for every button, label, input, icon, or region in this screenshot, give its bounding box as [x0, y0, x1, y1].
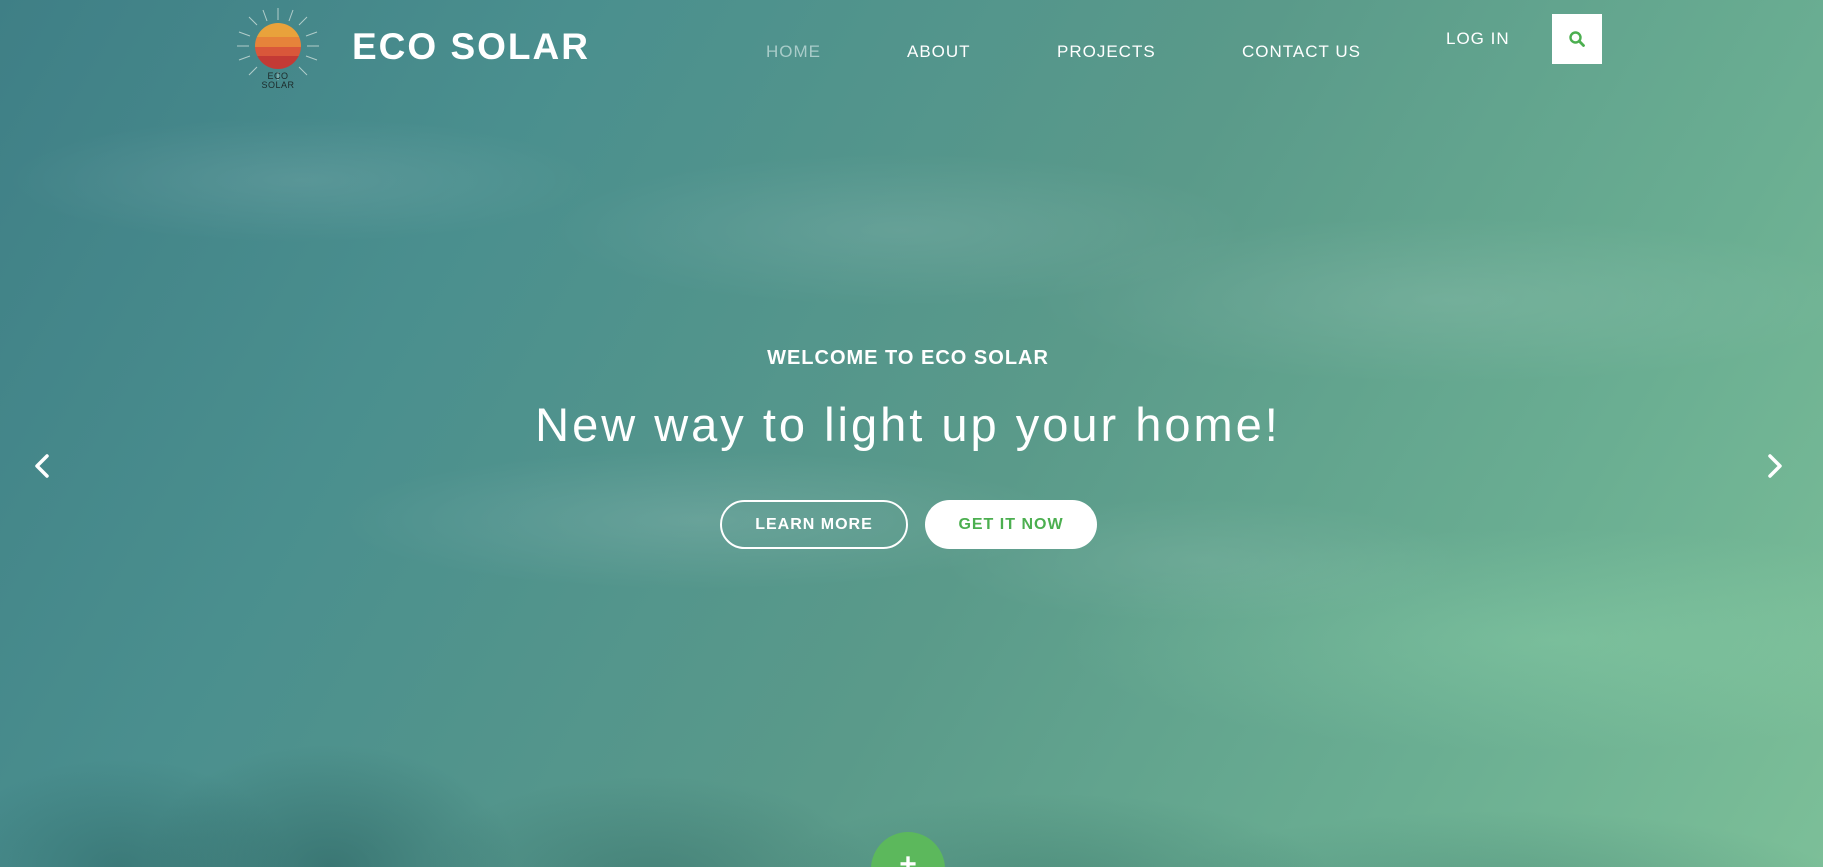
nav-item-projects[interactable]: PROJECTS — [1057, 42, 1156, 62]
nav-item-contact-us[interactable]: CONTACT US — [1242, 42, 1361, 62]
carousel-next-button[interactable] — [1757, 448, 1793, 484]
nav-item-home[interactable]: HOME — [766, 42, 821, 62]
chevron-left-icon — [35, 454, 49, 478]
chevron-right-icon — [1768, 454, 1782, 478]
hero-eyebrow: WELCOME TO ECO SOLAR — [767, 347, 1049, 369]
mountain-background — [0, 627, 1823, 867]
main-nav: HOME ABOUT PROJECTS CONTACT US — [0, 42, 1823, 64]
hero-headline: New way to light up your home! — [535, 398, 1281, 451]
hero-section: ECO SOLAR ECO SOLAR HOME ABOUT PROJECTS … — [0, 0, 1823, 867]
search-icon — [1569, 31, 1585, 47]
learn-more-button[interactable]: LEARN MORE — [720, 500, 908, 549]
nav-item-about[interactable]: ABOUT — [907, 42, 971, 62]
logo-text: ECO SOLAR — [235, 72, 321, 90]
logo-text-line2: SOLAR — [261, 80, 295, 90]
site-header: ECO SOLAR ECO SOLAR HOME ABOUT PROJECTS … — [0, 0, 1823, 100]
get-it-now-button[interactable]: GET IT NOW — [925, 500, 1097, 549]
search-button[interactable] — [1552, 14, 1602, 64]
carousel-prev-button[interactable] — [24, 448, 60, 484]
login-link[interactable]: LOG IN — [1446, 29, 1510, 49]
